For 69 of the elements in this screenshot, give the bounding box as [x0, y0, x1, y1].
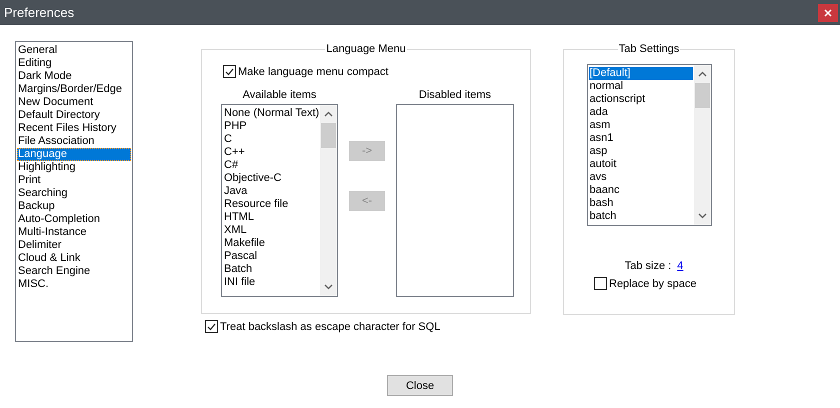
tab-size-link[interactable]: 4	[677, 260, 684, 272]
list-item[interactable]: asp	[588, 145, 692, 158]
category-item[interactable]: New Document	[17, 96, 131, 109]
category-item[interactable]: MISC.	[17, 278, 131, 291]
scroll-up-icon[interactable]	[324, 111, 333, 117]
list-heading: Available items	[242, 88, 316, 102]
checkbox-label: Treat backslash as escape character for SQL	[220, 320, 440, 332]
list-item[interactable]: batch	[588, 210, 692, 223]
scroll-down-icon[interactable]	[698, 213, 706, 219]
checkbox-label: Replace by space	[609, 278, 696, 290]
tab-size-label: Tab size :	[624, 260, 672, 272]
list-item[interactable]: asn1	[588, 132, 692, 145]
category-item[interactable]: Highlighting	[17, 161, 131, 174]
list-heading: Disabled items	[418, 88, 492, 102]
list-item[interactable]: Java	[223, 185, 319, 198]
list-item[interactable]: baanc	[588, 184, 692, 197]
close-button[interactable]	[818, 4, 838, 22]
list-item[interactable]: asm	[588, 119, 692, 132]
close-icon	[824, 8, 832, 16]
close-button[interactable]: Close	[387, 375, 453, 396]
group-title: Tab Settings	[618, 43, 680, 55]
scroll-thumb[interactable]	[694, 83, 710, 108]
list-item[interactable]: bash	[588, 197, 692, 210]
list-item[interactable]: Pascal	[223, 250, 319, 263]
category-item[interactable]: Auto-Completion	[17, 213, 131, 226]
category-item[interactable]: Search Engine	[17, 265, 131, 278]
list-item[interactable]: None (Normal Text)	[223, 107, 319, 120]
scroll-down-icon[interactable]	[324, 284, 333, 290]
list-item[interactable]: actionscript	[588, 93, 692, 106]
list-item[interactable]: ada	[588, 106, 692, 119]
category-item[interactable]: Searching	[17, 187, 131, 200]
scroll-up-icon[interactable]	[698, 71, 706, 77]
list-item[interactable]: normal	[588, 80, 692, 93]
category-item[interactable]: Backup	[17, 200, 131, 213]
category-item[interactable]: Language	[17, 148, 131, 161]
list-item[interactable]: XML	[223, 224, 319, 237]
list-item[interactable]: PHP	[223, 120, 319, 133]
list-item[interactable]: HTML	[223, 211, 319, 224]
list-item[interactable]: Objective-C	[223, 172, 319, 185]
checkbox[interactable]	[594, 277, 607, 290]
list-item[interactable]: [Default]	[588, 67, 692, 80]
list-item[interactable]: Resource file	[223, 198, 319, 211]
list-item[interactable]: C++	[223, 146, 319, 159]
category-item[interactable]: Print	[17, 174, 131, 187]
category-item[interactable]: Multi-Instance	[17, 226, 131, 239]
checkbox-label: Make language menu compact	[238, 66, 388, 78]
list-item[interactable]: Batch	[223, 263, 319, 276]
category-item[interactable]: General	[17, 44, 131, 57]
group-title: Language Menu	[325, 43, 407, 55]
category-item[interactable]: File Association	[17, 135, 131, 148]
category-item[interactable]: Delimiter	[17, 239, 131, 252]
category-item[interactable]: Dark Mode	[17, 70, 131, 83]
category-item[interactable]: Recent Files History	[17, 122, 131, 135]
checkbox[interactable]	[223, 65, 236, 78]
list-item[interactable]: autoit	[588, 158, 692, 171]
scroll-thumb[interactable]	[321, 123, 336, 148]
list-item[interactable]: C	[223, 133, 319, 146]
scrollbar[interactable]	[320, 105, 337, 296]
list-item[interactable]: avs	[588, 171, 692, 184]
category-item[interactable]: Editing	[17, 57, 131, 70]
list-item[interactable]: C#	[223, 159, 319, 172]
scrollbar[interactable]	[694, 65, 710, 225]
checkbox[interactable]	[205, 320, 218, 333]
category-item[interactable]: Margins/Border/Edge	[17, 83, 131, 96]
list-item[interactable]: Makefile	[223, 237, 319, 250]
category-item[interactable]: Default Directory	[17, 109, 131, 122]
list-item[interactable]: INI file	[223, 276, 319, 289]
window-title: Preferences	[4, 5, 74, 20]
category-item[interactable]: Cloud & Link	[17, 252, 131, 265]
